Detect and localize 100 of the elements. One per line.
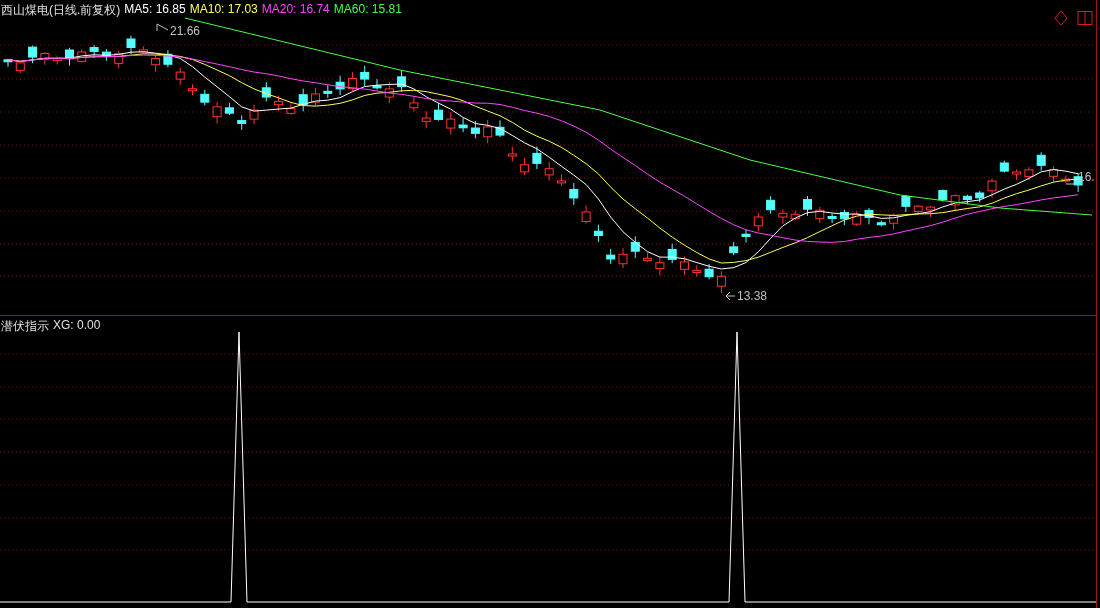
window-icon[interactable] xyxy=(1077,11,1093,25)
candlestick xyxy=(532,146,542,170)
candlestick xyxy=(864,207,874,225)
candlestick xyxy=(311,87,320,107)
candlestick xyxy=(65,47,74,67)
candlestick xyxy=(126,35,136,55)
candlestick xyxy=(1049,165,1058,183)
moving-average-legend: MA60: 15.81 xyxy=(333,2,402,19)
indicator-title: 潜伏指示 xyxy=(1,318,49,335)
candlestick xyxy=(163,49,173,68)
candlestick xyxy=(975,190,985,203)
candlestick xyxy=(581,204,591,225)
candlestick xyxy=(815,206,825,224)
leader-line xyxy=(1065,183,1077,185)
moving-average-legend: MA5: 16.85 xyxy=(124,2,186,19)
diamond-icon[interactable] xyxy=(1054,10,1068,26)
candlestick xyxy=(397,69,407,93)
candlestick xyxy=(188,83,197,96)
candlestick xyxy=(298,88,308,112)
candlestick xyxy=(1061,175,1071,184)
candlestick xyxy=(999,160,1009,173)
candlestick xyxy=(421,110,431,129)
candlestick xyxy=(839,209,849,226)
candlestick xyxy=(3,58,13,68)
candlestick xyxy=(778,208,788,225)
candlestick xyxy=(495,119,505,138)
candlestick xyxy=(692,264,702,278)
candlestick xyxy=(950,193,960,212)
candlestick xyxy=(446,111,456,136)
candlestick xyxy=(913,204,923,216)
candlestick xyxy=(520,157,530,176)
candlestick xyxy=(200,89,210,106)
candlestick xyxy=(557,173,566,187)
candlestick xyxy=(409,95,419,113)
candlestick xyxy=(151,54,161,73)
candlestick xyxy=(470,120,480,139)
candlestick xyxy=(827,212,837,224)
candlestick xyxy=(138,45,148,54)
price-label: 16. xyxy=(1078,170,1095,184)
candlestick xyxy=(114,50,124,69)
candlestick xyxy=(28,45,38,64)
candlestick xyxy=(237,114,247,131)
candlestick xyxy=(852,211,862,227)
candlestick xyxy=(876,220,886,228)
candlestick xyxy=(729,241,739,256)
candlestick xyxy=(593,224,603,243)
candlestick xyxy=(101,48,111,62)
candlestick xyxy=(716,270,726,294)
candlestick xyxy=(704,263,714,280)
candlestick xyxy=(901,194,911,213)
candlestick xyxy=(286,102,296,116)
candlestick xyxy=(261,81,271,102)
candlestick xyxy=(655,256,665,276)
candlestick xyxy=(790,210,800,221)
candlestick xyxy=(274,95,284,112)
candlestick xyxy=(889,213,899,230)
candlestick xyxy=(1024,166,1034,181)
candlestick xyxy=(335,75,345,96)
indicator-reading: XG: 0.00 xyxy=(53,318,101,334)
candlestick xyxy=(15,61,25,74)
candlestick xyxy=(507,146,517,162)
candlestick xyxy=(680,255,689,276)
candlestick xyxy=(741,229,751,244)
candlestick xyxy=(962,194,972,205)
candlestick xyxy=(483,119,493,144)
candlestick xyxy=(643,251,653,263)
moving-average-legend: MA20: 16.74 xyxy=(261,2,330,19)
candlestick xyxy=(384,81,394,104)
candlestick xyxy=(630,235,640,259)
leader-line xyxy=(725,291,736,301)
price-label: 13.38 xyxy=(737,289,768,303)
candlestick xyxy=(212,101,222,125)
candlestick xyxy=(803,195,812,217)
candlestick xyxy=(753,212,763,232)
candlestick xyxy=(766,195,776,215)
candlestick xyxy=(606,248,616,265)
candlestick xyxy=(987,178,997,198)
candlestick xyxy=(544,161,554,182)
candlestick xyxy=(1012,168,1022,181)
candlestick xyxy=(52,55,62,65)
candlestick xyxy=(458,117,468,133)
chart-title: 西山煤电(日线.前复权) xyxy=(1,2,121,19)
candlestick xyxy=(926,205,935,218)
candlestick xyxy=(175,67,185,86)
candlestick xyxy=(347,71,357,92)
candlestick xyxy=(618,247,628,269)
candlestick xyxy=(323,84,333,99)
candlestick xyxy=(372,78,382,91)
candlestick xyxy=(360,65,370,87)
candlestick xyxy=(667,243,677,264)
candlestick xyxy=(569,182,579,206)
candlestick xyxy=(1036,151,1046,172)
candlestick xyxy=(77,48,87,64)
candlestick xyxy=(434,102,443,122)
candlestick xyxy=(224,102,234,116)
candlestick xyxy=(89,44,99,59)
moving-average-legend: MA10: 17.03 xyxy=(189,2,258,19)
candlestick xyxy=(40,51,50,66)
candlestick xyxy=(938,189,948,203)
price-label: 21.66 xyxy=(170,24,201,38)
